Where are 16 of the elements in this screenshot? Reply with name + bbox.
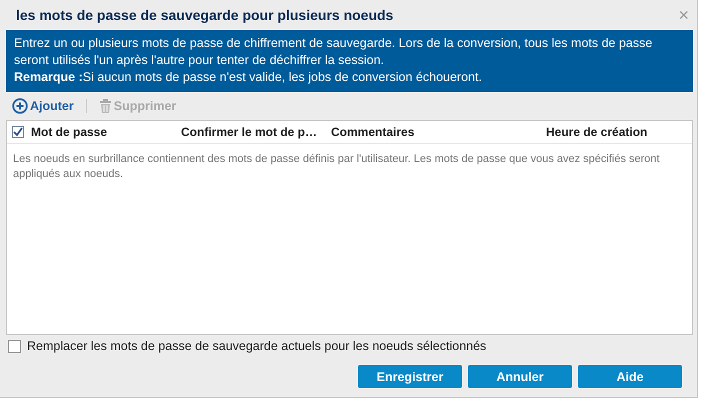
plus-circle-icon [12,98,28,114]
checkbox-label: Remplacer les mots de passe de sauvegarde actuels pour les noeuds sélectionnés [27,339,486,353]
column-header[interactable]: Mot de passe [31,125,181,139]
dialog-button[interactable]: Enregistrer [358,365,462,388]
column-header[interactable]: Heure de création [546,125,692,139]
trash-icon [98,98,112,114]
replace-checkbox[interactable] [8,340,21,352]
column-header[interactable]: Confirmer le mot de p… [181,125,331,139]
empty-message: Les noeuds en surbrillance contiennent des mots de passe définis par l'utilisateur. Les mots de passe que vous avez spécifiés seront appliqués aux noeuds. [12,152,661,182]
select-all-checkbox[interactable] [12,126,24,138]
column-header[interactable]: Commentaires [331,125,546,139]
window-title: les mots de passe de sauvegarde pour plusieurs noeuds [15,7,394,23]
dialog-button[interactable]: Annuler [468,365,572,388]
add-button[interactable]: Ajouter [12,98,74,114]
info-banner: Entrez un ou plusieurs mots de passe de chiffrement de sauvegarde. Lors de la conversion, tous les mots de passe seront utilisés l'un après l'autre pour tenter de déchiffrer la session. Remarque :Si aucun mots de passe n'est valide, les jobs de conversion échoueront. [6,30,693,92]
dialog-button[interactable]: Aide [578,365,682,388]
